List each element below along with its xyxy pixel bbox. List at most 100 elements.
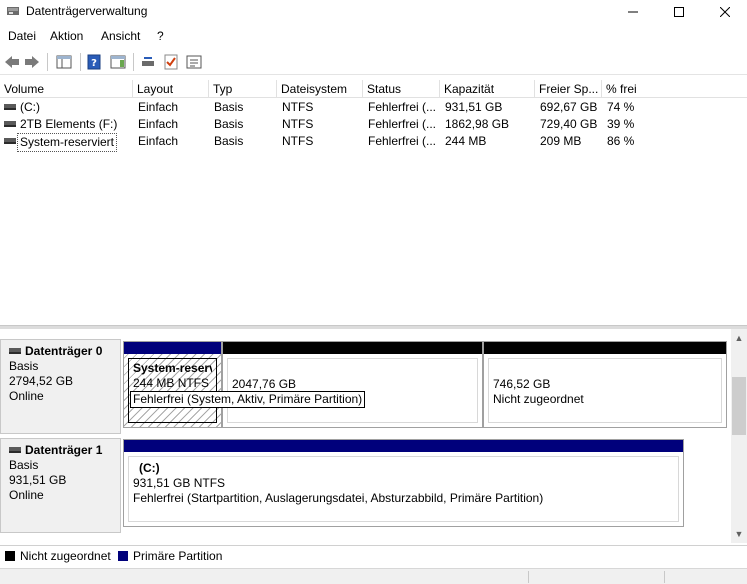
partition-body: 746,52 GB Nicht zugeordnet [488,358,722,423]
close-icon [720,7,730,17]
legend-label-primary: Primäre Partition [133,549,223,563]
column-header-kapazitaet[interactable]: Kapazität [440,80,535,98]
title-bar: Datenträgerverwaltung [0,0,747,24]
legend-swatch-primary [118,551,128,561]
partition-title: (C:) [139,461,160,475]
toolbar-separator [80,53,81,71]
partition-status: Fehlerfrei (Startpartition, Auslagerungs… [133,491,544,505]
partition-title: System-reserv [133,361,212,375]
column-header-layout[interactable]: Layout [133,80,209,98]
cell-dateisystem: NTFS [282,134,314,148]
disk-area-scrollbar[interactable]: ▲ ▼ [731,329,747,543]
disk-0-state: Online [9,389,44,403]
disk-graphical-view: Datenträger 0 Basis 2794,52 GB Online Sy… [0,329,731,543]
disk-0-size: 2794,52 GB [9,374,74,388]
cell-typ: Basis [214,100,244,114]
minimize-button[interactable] [610,0,656,24]
partition-size: 244 MB NTFS [133,376,210,390]
connect-disk-icon [142,57,154,66]
cell-typ: Basis [214,134,244,148]
cell-volume: 2TB Elements (F:) [20,117,118,131]
partition-system-reserved[interactable]: System-reserv 244 MB NTFS Fehlerfrei (Sy… [123,341,366,428]
check-icon [164,54,178,70]
table-row[interactable]: System-reserviert Einfach Basis NTFS Feh… [0,133,747,152]
cell-status: Fehlerfrei (... [368,100,437,114]
column-header-freier-speicher[interactable]: Freier Sp... [535,80,602,98]
cell-kapazitaet: 244 MB [445,134,487,148]
partition-status: Nicht zugeordnet [493,392,584,406]
cell-kapazitaet: 1862,98 GB [445,117,510,131]
menu-help[interactable]: ? [157,29,164,43]
console-tree-button[interactable] [54,52,74,72]
properties-icon [186,55,202,69]
properties-button[interactable] [184,52,204,72]
cell-dateisystem: NTFS [282,117,314,131]
disk-0-label[interactable]: Datenträger 0 Basis 2794,52 GB Online [0,339,121,434]
table-row[interactable]: 2TB Elements (F:) Einfach Basis NTFS Feh… [0,116,747,133]
maximize-button[interactable] [656,0,702,24]
menu-datei[interactable]: Datei [8,29,36,43]
action-pane-button[interactable] [108,52,128,72]
partition-c[interactable]: (C:) 931,51 GB NTFS Fehlerfrei (Startpar… [123,439,684,527]
minimize-icon [628,11,638,13]
column-header-typ[interactable]: Typ [209,80,277,98]
partition-size: 931,51 GB NTFS [133,476,226,490]
cell-volume: System-reserviert [17,133,118,152]
partition-type-bar [124,440,683,452]
forward-arrow-icon [25,56,39,68]
cell-status: Fehlerfrei (... [368,134,437,148]
table-row[interactable]: (C:) Einfach Basis NTFS Fehlerfrei (... … [0,99,747,116]
partition-type-bar [484,342,726,354]
status-bar [0,568,747,584]
help-button[interactable]: ? [84,52,104,72]
legend: Nicht zugeordnet Primäre Partition [0,545,747,565]
partition-unallocated[interactable]: 746,52 GB Nicht zugeordnet [483,341,727,428]
scrollbar-thumb[interactable] [732,377,746,435]
maximize-icon [674,7,684,17]
column-header-status[interactable]: Status [363,80,440,98]
help-icon: ? [87,54,101,70]
column-header-dateisystem[interactable]: Dateisystem [277,80,363,98]
partition-size: 746,52 GB [493,377,551,391]
back-arrow-icon [5,56,19,68]
disk-drive-icon [9,447,21,453]
menu-ansicht[interactable]: Ansicht [101,29,140,43]
partition-unknown-2047gb[interactable]: 2047,76 GB [222,341,483,428]
scroll-up-arrow-icon[interactable]: ▲ [731,333,747,343]
column-header-prozent-frei[interactable]: % frei [602,80,747,98]
disk-1-name: Datenträger 1 [25,443,103,457]
cell-freier-speicher: 729,40 GB [540,117,598,131]
svg-text:?: ? [91,58,97,69]
status-separator [528,571,529,583]
console-tree-icon [56,55,72,69]
disk-0-type: Basis [9,359,39,373]
partition-body: System-reserv 244 MB NTFS Fehlerfrei (Sy… [128,358,366,423]
cell-kapazitaet: 931,51 GB [445,100,503,114]
disk-1-name-row: Datenträger 1 [9,442,112,458]
volume-drive-icon [4,104,16,110]
partition-body: (C:) 931,51 GB NTFS Fehlerfrei (Startpar… [128,456,679,522]
forward-button[interactable] [22,52,42,72]
disk-0-name-row: Datenträger 0 [9,343,112,359]
cell-status: Fehlerfrei (... [368,117,437,131]
disk-1-state: Online [9,488,44,502]
partition-status-tooltip: Fehlerfrei (System, Aktiv, Primäre Parti… [130,391,366,408]
volume-drive-icon [4,138,16,144]
back-button[interactable] [2,52,22,72]
connect-disk-button[interactable] [138,52,158,72]
window-title: Datenträgerverwaltung [26,4,148,18]
check-button[interactable] [161,52,181,72]
menu-aktion[interactable]: Aktion [50,29,83,43]
cell-layout: Einfach [138,100,179,114]
cell-layout: Einfach [138,134,179,148]
disk-1-label[interactable]: Datenträger 1 Basis 931,51 GB Online [0,438,121,533]
cell-freier-speicher: 692,67 GB [540,100,598,114]
disk-drive-icon [9,348,21,354]
scroll-down-arrow-icon[interactable]: ▼ [731,529,747,539]
cell-typ: Basis [214,117,244,131]
cell-prozent-frei: 86 % [607,134,635,148]
column-header-volume[interactable]: Volume [0,80,133,98]
cell-prozent-frei: 39 % [607,117,635,131]
close-button[interactable] [702,0,747,24]
disk-1-size: 931,51 GB [9,473,67,487]
